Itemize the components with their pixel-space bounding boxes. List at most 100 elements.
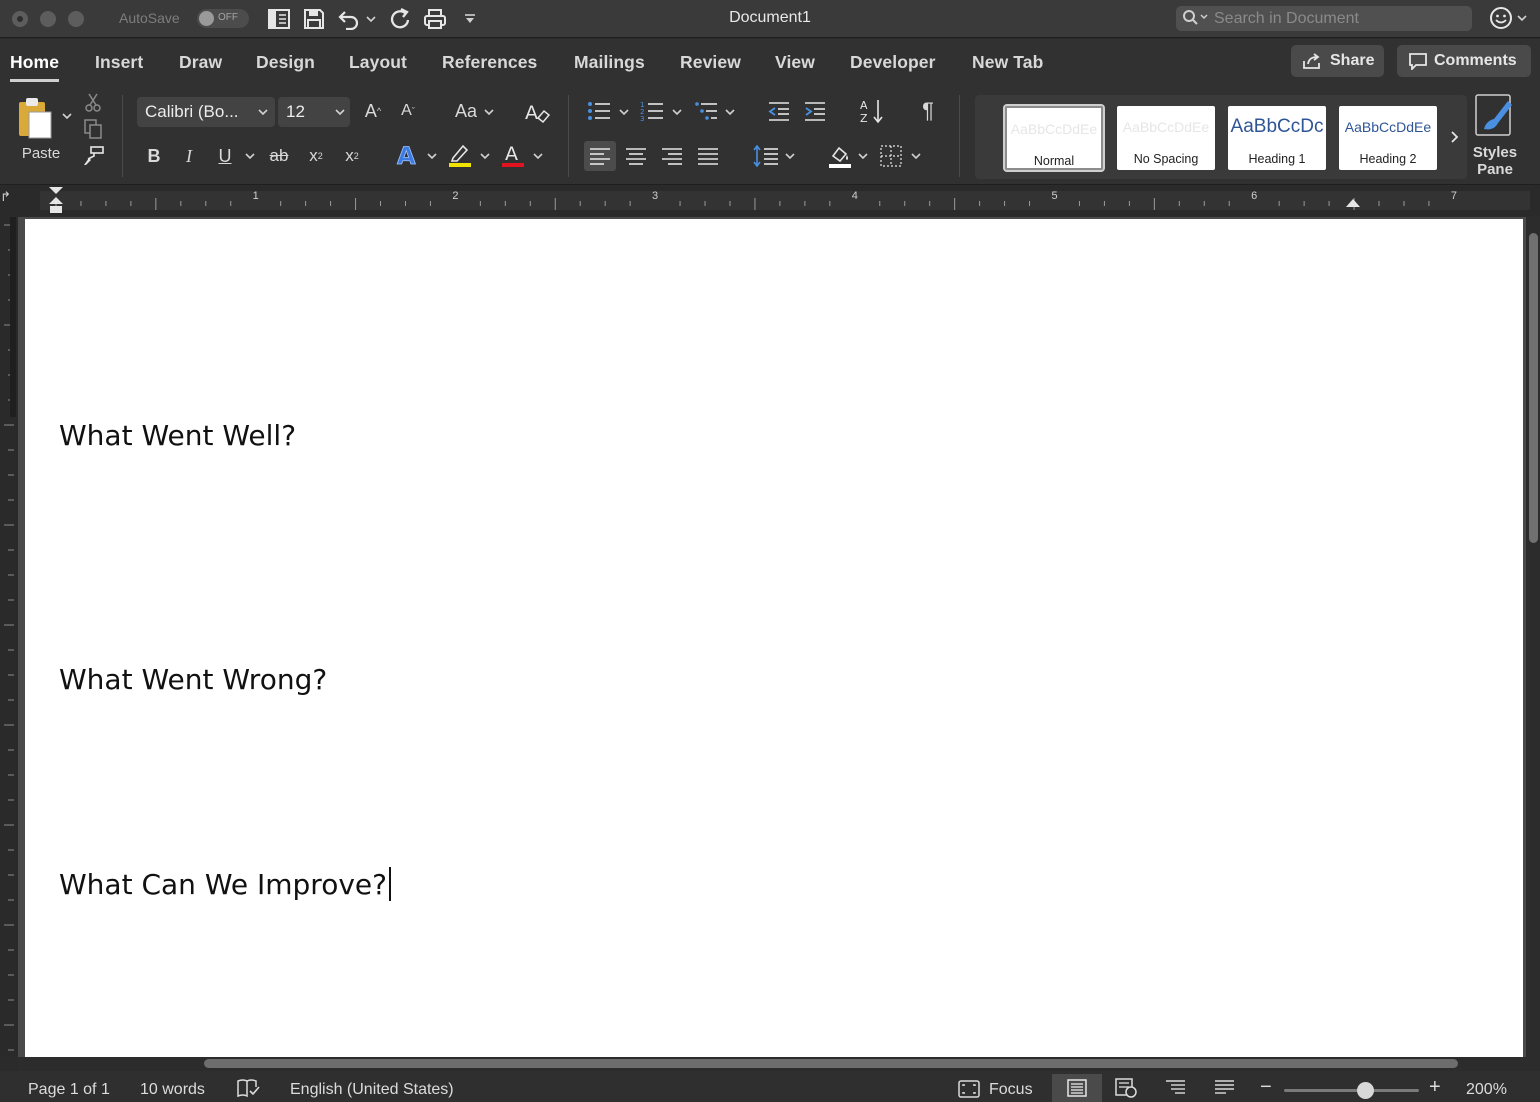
zoom-in-button[interactable]: +	[1429, 1076, 1441, 1099]
align-right-icon[interactable]	[657, 141, 687, 171]
tab-insert[interactable]: Insert	[95, 52, 143, 73]
web-layout-icon[interactable]	[1115, 1078, 1137, 1102]
right-indent-marker-icon[interactable]	[1345, 194, 1361, 208]
text-effects-icon[interactable]: A	[393, 141, 421, 169]
customize-toolbar-icon[interactable]	[461, 5, 479, 33]
justify-icon[interactable]	[693, 141, 723, 171]
scroll-thumb[interactable]	[1529, 233, 1538, 543]
paste-icon[interactable]	[12, 95, 60, 141]
horizontal-ruler[interactable]: ↱ 1234567	[0, 186, 1540, 216]
chevron-down-icon[interactable]	[856, 149, 870, 163]
bullets-icon[interactable]	[585, 98, 613, 124]
line-spacing-icon[interactable]	[751, 141, 781, 171]
paragraph[interactable]: What Went Well?	[59, 419, 296, 452]
zoom-out-button[interactable]: −	[1260, 1076, 1272, 1099]
tab-layout[interactable]: Layout	[349, 52, 407, 73]
borders-icon[interactable]	[876, 141, 906, 171]
multilevel-list-icon[interactable]	[692, 98, 720, 124]
show-formatting-marks-icon[interactable]: ¶	[915, 97, 941, 125]
font-color-icon[interactable]: A	[499, 141, 527, 169]
search-box[interactable]	[1176, 6, 1472, 31]
shrink-font-icon[interactable]: Aˇ	[396, 97, 420, 125]
tab-draw[interactable]: Draw	[179, 52, 222, 73]
chevron-down-icon[interactable]	[482, 105, 496, 119]
copy-icon[interactable]	[82, 118, 104, 140]
chevron-down-icon[interactable]	[909, 149, 923, 163]
style-heading-2[interactable]: AaBbCcDdEe Heading 2	[1339, 106, 1437, 170]
font-name-dropdown[interactable]: Calibri (Bo...	[137, 97, 275, 127]
format-painter-icon[interactable]	[82, 145, 104, 167]
draft-view-icon[interactable]	[1214, 1079, 1236, 1102]
document-page[interactable]: What Went Well? What Went Wrong? What Ca…	[25, 219, 1523, 1057]
horizontal-scrollbar[interactable]	[18, 1057, 1540, 1071]
print-layout-view-button[interactable]	[1052, 1074, 1102, 1102]
align-left-icon[interactable]	[584, 141, 616, 171]
outline-view-icon[interactable]	[1165, 1079, 1187, 1102]
styles-pane-label[interactable]: Styles Pane	[1466, 143, 1524, 179]
redo-icon[interactable]	[386, 5, 414, 33]
tab-new-tab[interactable]: New Tab	[972, 52, 1043, 73]
style-heading-1[interactable]: AaBbCcDc Heading 1	[1228, 106, 1326, 170]
zoom-slider[interactable]	[1284, 1089, 1419, 1092]
vertical-scrollbar[interactable]	[1527, 217, 1540, 1057]
comments-button[interactable]: Comments	[1397, 45, 1531, 77]
superscript-icon[interactable]: x2	[339, 143, 365, 169]
word-count[interactable]: 10 words	[140, 1081, 205, 1099]
focus-icon[interactable]	[958, 1080, 980, 1102]
grow-font-icon[interactable]: A ^	[361, 97, 385, 125]
print-icon[interactable]	[421, 5, 449, 33]
decrease-indent-icon[interactable]	[765, 98, 793, 124]
chevron-down-icon[interactable]	[783, 149, 797, 163]
style-normal[interactable]: AaBbCcDdEe Normal	[1003, 104, 1105, 172]
zoom-slider-knob[interactable]	[1357, 1082, 1374, 1099]
tab-home[interactable]: Home	[10, 52, 60, 82]
save-icon[interactable]	[300, 5, 328, 33]
maximize-window-button[interactable]	[68, 11, 84, 27]
chevron-down-icon[interactable]	[670, 105, 684, 119]
change-case-icon[interactable]: Aa	[451, 97, 481, 125]
italic-icon[interactable]: I	[177, 143, 201, 169]
paragraph[interactable]: What Went Wrong?	[59, 663, 327, 696]
proofing-icon[interactable]	[236, 1078, 260, 1102]
paragraph-active[interactable]: What Can We Improve?	[59, 867, 391, 901]
chevron-down-icon[interactable]	[243, 149, 257, 163]
shading-icon[interactable]	[825, 141, 855, 171]
cut-icon[interactable]	[82, 91, 104, 113]
tab-review[interactable]: Review	[680, 52, 741, 73]
chevron-down-icon[interactable]	[478, 149, 492, 163]
close-window-button[interactable]	[12, 11, 28, 27]
feedback-smiley-icon[interactable]	[1488, 6, 1530, 37]
zoom-level[interactable]: 200%	[1466, 1081, 1507, 1099]
page-count[interactable]: Page 1 of 1	[28, 1081, 110, 1099]
left-indent-marker-icon[interactable]	[48, 186, 64, 214]
clear-formatting-icon[interactable]: A	[522, 97, 552, 127]
styles-pane-icon[interactable]	[1474, 93, 1516, 137]
minimize-window-button[interactable]	[40, 11, 56, 27]
chevron-right-icon[interactable]	[1445, 125, 1465, 149]
align-center-icon[interactable]	[621, 141, 651, 171]
tab-mailings[interactable]: Mailings	[574, 52, 645, 73]
strikethrough-icon[interactable]: ab	[266, 143, 292, 169]
tab-references[interactable]: References	[442, 52, 537, 73]
tab-design[interactable]: Design	[256, 52, 315, 73]
scroll-thumb[interactable]	[204, 1059, 1458, 1068]
tab-view[interactable]: View	[775, 52, 815, 73]
chevron-down-icon[interactable]	[617, 105, 631, 119]
highlight-color-icon[interactable]	[446, 141, 474, 169]
underline-icon[interactable]: U	[213, 143, 237, 169]
search-input[interactable]	[1214, 8, 1464, 29]
font-size-dropdown[interactable]: 12	[278, 97, 350, 127]
increase-indent-icon[interactable]	[801, 98, 829, 124]
numbering-icon[interactable]: 123	[638, 98, 666, 124]
sidebar-toggle-icon[interactable]	[265, 5, 293, 33]
tab-developer[interactable]: Developer	[850, 52, 936, 73]
undo-icon[interactable]	[335, 5, 363, 33]
paste-label[interactable]: Paste	[18, 143, 64, 163]
subscript-icon[interactable]: x2	[303, 143, 329, 169]
chevron-down-icon[interactable]	[723, 105, 737, 119]
style-no-spacing[interactable]: AaBbCcDdEe No Spacing	[1117, 106, 1215, 170]
undo-dropdown-chevron-icon[interactable]	[364, 5, 378, 33]
autosave-toggle[interactable]: OFF	[197, 9, 249, 28]
paste-dropdown-chevron-icon[interactable]	[60, 109, 74, 123]
bold-icon[interactable]: B	[142, 143, 166, 169]
